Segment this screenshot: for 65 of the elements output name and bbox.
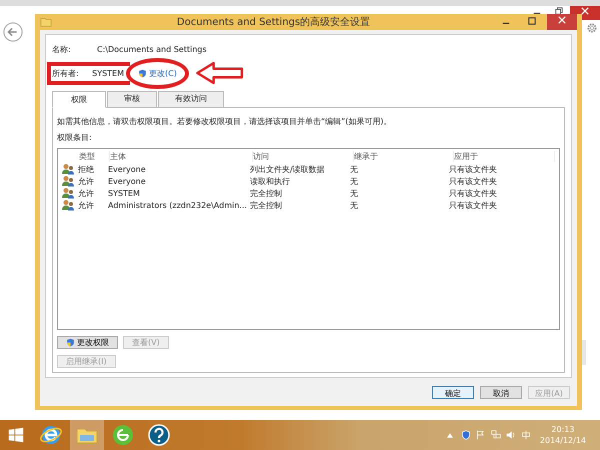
annotation-arrow: [194, 61, 245, 85]
tab[interactable]: 审核: [107, 91, 157, 108]
table-cell-text: 完全控制: [250, 188, 283, 198]
speaker-icon[interactable]: [506, 430, 516, 440]
column-header[interactable]: 主体: [110, 150, 253, 162]
network-icon[interactable]: [490, 430, 501, 440]
table-cell-text: 无: [350, 164, 359, 174]
maximize-icon[interactable]: [528, 16, 536, 24]
permission-row[interactable]: 允许 Everyone 读取和执行 无 只有该文件夹: [58, 175, 559, 187]
table-cell-text: 允许: [78, 176, 95, 186]
table-cell-text: 完全控制: [250, 200, 283, 210]
table-cell-text: 只有该文件夹: [449, 200, 498, 210]
folder-icon: [40, 16, 52, 28]
owner-value: SYSTEM: [92, 68, 124, 78]
users-icon: [61, 175, 75, 187]
panel-button[interactable]: 更改权限: [57, 336, 118, 349]
info-text: 如需其他信息，请双击权限项目。若要修改权限项目，请选择该项目并单击“编辑”(如果可用)。: [57, 116, 393, 128]
input-method-icon[interactable]: [520, 430, 531, 440]
table-cell-text: 只有该文件夹: [449, 176, 498, 186]
permission-row[interactable]: 允许 Administrators (zzdn232e\Admin... 完全控制 无 只有该文件夹: [58, 199, 559, 211]
table-cell-text: Everyone: [108, 176, 147, 186]
table-cell-text: 无: [350, 176, 359, 186]
permission-row[interactable]: 允许 SYSTEM 完全控制 无 只有该文件夹: [58, 187, 559, 199]
table-cell-text: 无: [350, 188, 359, 198]
table-cell-text: SYSTEM: [108, 188, 141, 198]
column-header[interactable]: 类型: [79, 150, 110, 162]
column-header[interactable]: 继承于: [354, 150, 454, 162]
settings-icon[interactable]: [586, 22, 598, 34]
shield-icon: [138, 68, 147, 78]
dialog-button[interactable]: 取消: [480, 386, 522, 398]
back-icon[interactable]: [3, 22, 23, 42]
table-cell-text: 拒绝: [78, 164, 95, 174]
name-label: 名称:: [52, 44, 72, 55]
shield-icon: [66, 338, 75, 347]
permission-row[interactable]: 拒绝 Everyone 列出文件夹/读取数据 无 只有该文件夹: [58, 163, 559, 175]
table-cell-text: Administrators (zzdn232e\Admin...: [108, 200, 248, 210]
table-cell-text: 只有该文件夹: [449, 188, 498, 198]
shield-icon[interactable]: [460, 430, 471, 440]
owner-label: 所有者:: [52, 68, 80, 78]
table-cell-text: 只有该文件夹: [449, 164, 498, 174]
table-cell-text: 列出文件夹/读取数据: [250, 164, 326, 174]
tab[interactable]: 有效访问: [158, 91, 224, 108]
flag-icon[interactable]: [476, 430, 486, 440]
dialog-button[interactable]: 确定: [432, 386, 474, 398]
table-cell-text: 允许: [78, 188, 95, 198]
table-cell-text: 无: [350, 200, 359, 210]
close-icon[interactable]: [581, 7, 589, 15]
restore-icon[interactable]: [555, 7, 563, 15]
close-icon: [558, 16, 566, 24]
tray-up-icon[interactable]: [446, 432, 453, 438]
table-cell-text: 读取和执行: [250, 176, 291, 186]
name-value: C:\Documents and Settings: [97, 45, 207, 54]
entries-label: 权限条目:: [57, 132, 93, 144]
table-cell-text: Everyone: [108, 164, 147, 174]
close-button[interactable]: [547, 14, 577, 30]
table-cell-text: 允许: [78, 200, 95, 210]
window-title: Documents and Settings的高级安全设置: [176, 16, 372, 29]
windows-start-icon[interactable]: [8, 427, 24, 443]
column-header[interactable]: 应用于: [454, 150, 555, 162]
tab[interactable]: 权限: [52, 91, 106, 108]
users-icon: [61, 163, 75, 175]
change-owner-link[interactable]: 更改(C): [149, 68, 177, 78]
column-header[interactable]: 访问: [253, 150, 354, 162]
users-icon: [61, 187, 75, 199]
users-icon: [61, 199, 75, 211]
